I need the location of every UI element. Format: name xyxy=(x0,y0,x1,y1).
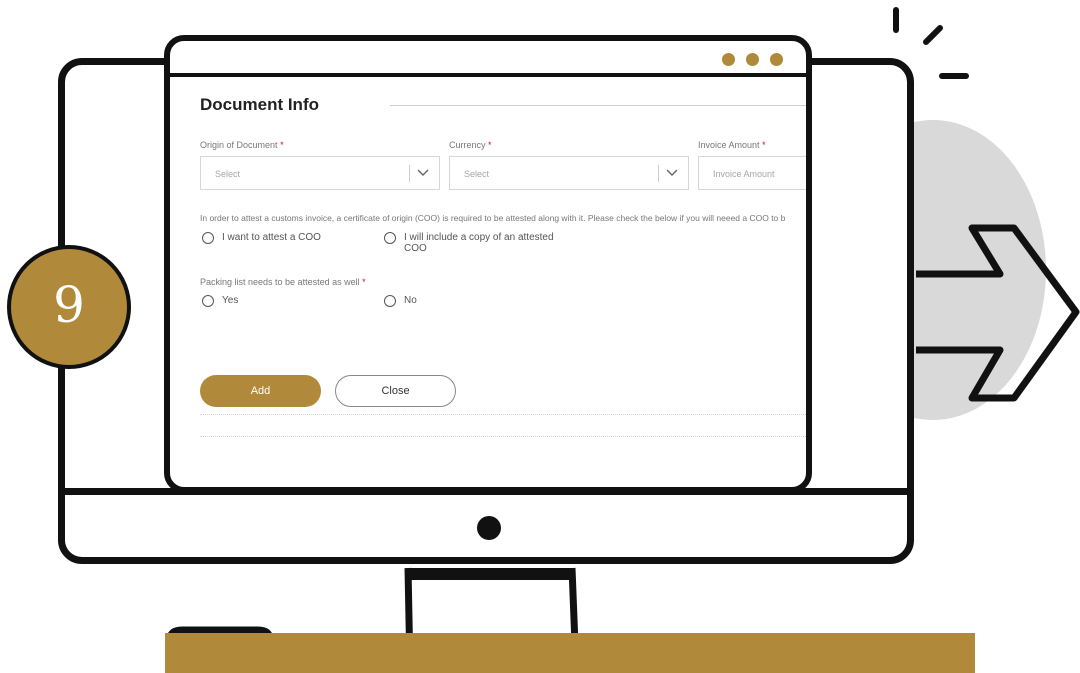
origin-select-placeholder: Select xyxy=(215,169,241,179)
required-mark: * xyxy=(362,277,366,287)
origin-label-text: Origin of Document xyxy=(200,140,278,150)
monitor-button xyxy=(477,516,501,540)
packing-list-label-text: Packing list needs to be attested as wel… xyxy=(200,277,360,287)
currency-select[interactable]: Select xyxy=(449,156,689,190)
coo-attest-label: I want to attest a COO xyxy=(222,232,321,243)
chevron-down-icon[interactable] xyxy=(665,168,679,178)
divider xyxy=(200,414,806,416)
arrow-right-icon xyxy=(916,224,1080,402)
currency-label: Currency * xyxy=(449,140,492,150)
coo-attest-radio[interactable] xyxy=(202,232,214,244)
coo-note: In order to attest a customs invoice, a … xyxy=(200,213,786,223)
browser-dot-icon xyxy=(770,53,783,66)
chevron-down-icon[interactable] xyxy=(416,168,430,178)
required-mark: * xyxy=(488,140,492,150)
browser-dot-icon xyxy=(722,53,735,66)
step-number-badge: 9 xyxy=(7,245,131,369)
packing-yes-radio[interactable] xyxy=(202,295,214,307)
browser-titlebar xyxy=(170,41,806,77)
close-button[interactable]: Close xyxy=(335,375,456,407)
invoice-amount-label: Invoice Amount * xyxy=(698,140,766,150)
browser-window: Document Info Origin of Document * Curre… xyxy=(164,35,812,493)
origin-select[interactable]: Select xyxy=(200,156,440,190)
footer-bar xyxy=(165,633,975,673)
browser-dot-icon xyxy=(746,53,759,66)
form-content: Document Info Origin of Document * Curre… xyxy=(170,81,806,487)
select-separator xyxy=(409,165,410,182)
packing-no-label: No xyxy=(404,295,417,306)
required-mark: * xyxy=(280,140,284,150)
divider xyxy=(200,436,806,438)
packing-list-label: Packing list needs to be attested as wel… xyxy=(200,277,366,287)
origin-label: Origin of Document * xyxy=(200,140,284,150)
invoice-amount-placeholder: Invoice Amount xyxy=(713,169,775,179)
select-separator xyxy=(658,165,659,182)
invoice-amount-label-text: Invoice Amount xyxy=(698,140,760,150)
invoice-amount-input[interactable]: Invoice Amount xyxy=(698,156,806,190)
required-mark: * xyxy=(762,140,766,150)
currency-label-text: Currency xyxy=(449,140,486,150)
page-title: Document Info xyxy=(200,95,319,114)
coo-copy-label: I will include a copy of an attested COO xyxy=(404,232,554,254)
coo-copy-radio[interactable] xyxy=(384,232,396,244)
packing-yes-label: Yes xyxy=(222,295,239,306)
add-button[interactable]: Add xyxy=(200,375,321,407)
currency-select-placeholder: Select xyxy=(464,169,490,179)
title-divider xyxy=(390,105,806,106)
packing-no-radio[interactable] xyxy=(384,295,396,307)
